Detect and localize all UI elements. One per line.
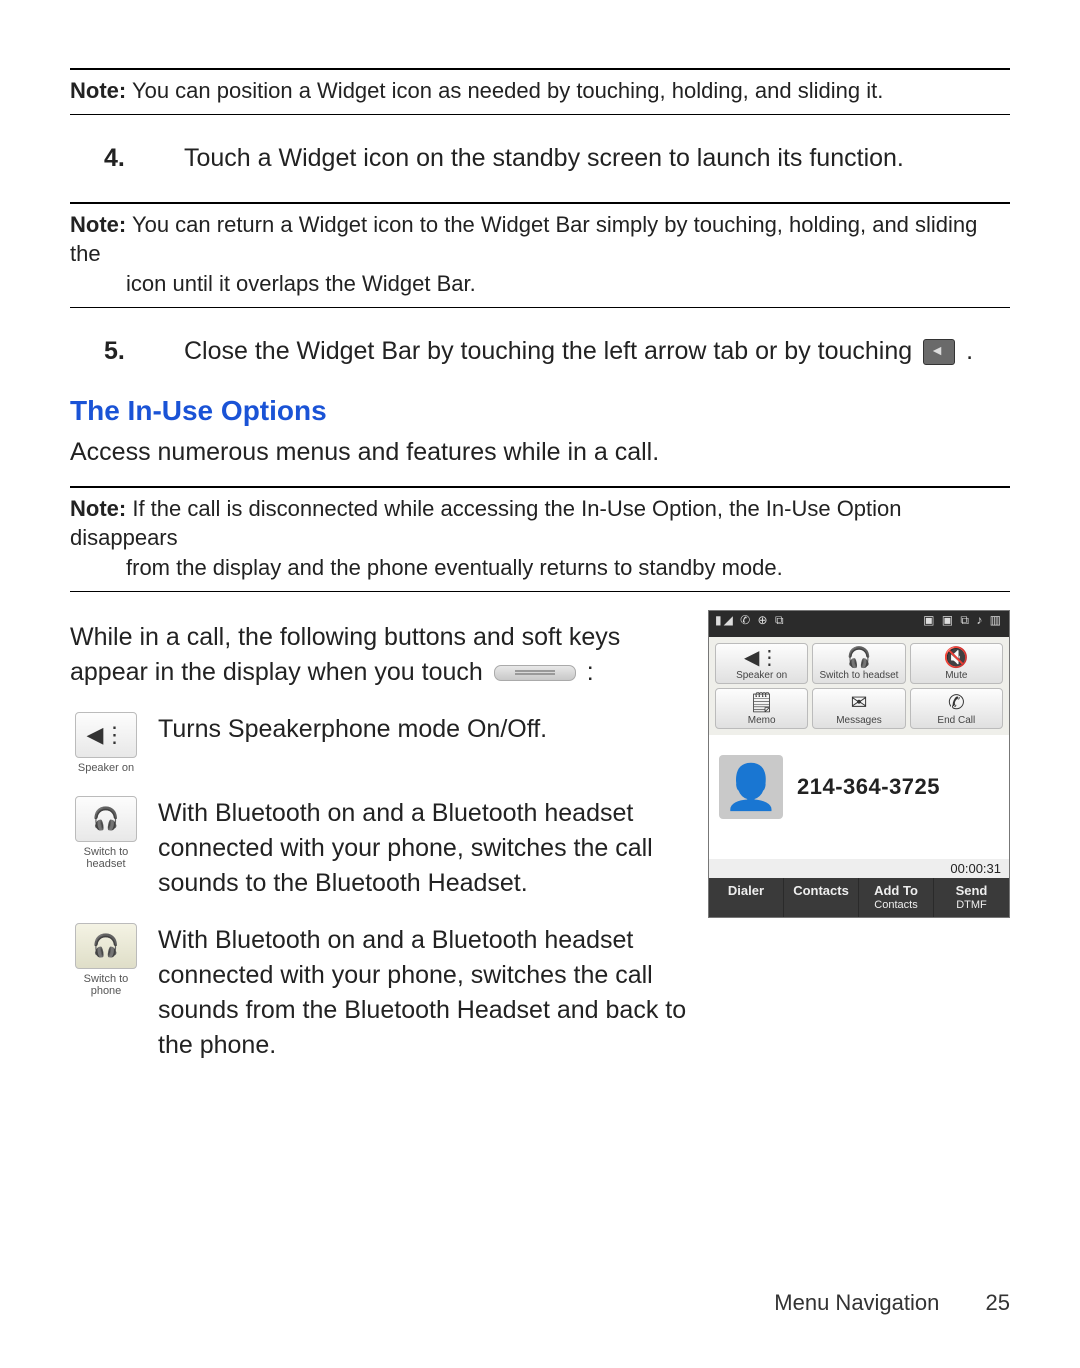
switch-to-phone-icon: 🎧 Switch to phone (70, 923, 142, 1063)
switch-phone-desc: With Bluetooth on and a Bluetooth headse… (158, 923, 690, 1063)
rule-top (70, 68, 1010, 70)
phone-btn-mute[interactable]: 🔇 Mute (910, 643, 1003, 684)
speaker-on-icon: ◀⋮ Speaker on (70, 712, 142, 774)
mute-icon: 🔇 (911, 648, 1002, 668)
messages-icon: ✉ (813, 693, 904, 713)
rule (70, 114, 1010, 115)
phone-btn-messages[interactable]: ✉ Messages (812, 688, 905, 729)
two-column-area: While in a call, the following buttons a… (70, 610, 1010, 1085)
lead-text: While in a call, the following buttons a… (70, 620, 690, 690)
memo-icon: 🗒 (716, 693, 807, 713)
rule (70, 591, 1010, 592)
note-text: You can position a Widget icon as needed… (132, 78, 883, 103)
bottom-btn-contacts[interactable]: Contacts (784, 878, 859, 918)
phone-btn-switch-headset[interactable]: 🎧 Switch to headset (812, 643, 905, 684)
headset-icon: 🎧 (813, 648, 904, 668)
speaker-icon: ◀⋮ (716, 648, 807, 668)
note-3: Note: If the call is disconnected while … (70, 494, 1010, 583)
phone-screenshot: ▮◢ ✆ ⊕ ⧉ ▣ ▣ ⧉ ♪ ▥ ◀⋮ Speaker on 🎧 Switc… (708, 610, 1010, 919)
icon-row-switch-headset: 🎧 Switch to headset With Bluetooth on an… (70, 796, 690, 901)
rule (70, 486, 1010, 488)
step-number: 5. (70, 334, 184, 369)
note-label: Note: (70, 212, 126, 237)
end-call-icon: ✆ (911, 693, 1002, 713)
switch-to-headset-icon: 🎧 Switch to headset (70, 796, 142, 901)
section-intro: Access numerous menus and features while… (70, 435, 1010, 470)
left-column: While in a call, the following buttons a… (70, 610, 690, 1085)
note-1: Note: You can position a Widget icon as … (70, 76, 1010, 106)
note-text-cont: from the display and the phone eventuall… (70, 553, 1010, 583)
call-info: 👤 214-364-3725 (709, 735, 1009, 859)
page-footer: Menu Navigation 25 (774, 1290, 1010, 1316)
footer-page-number: 25 (986, 1290, 1010, 1315)
note-label: Note: (70, 78, 126, 103)
step-number: 4. (70, 141, 184, 176)
phone-number: 214-364-3725 (797, 774, 940, 800)
note-text-cont: icon until it overlaps the Widget Bar. (70, 269, 1010, 299)
step-4: 4. Touch a Widget icon on the standby sc… (70, 141, 1010, 176)
footer-section: Menu Navigation (774, 1290, 939, 1315)
note-text: If the call is disconnected while access… (70, 496, 902, 551)
status-icons-left: ▮◢ ✆ ⊕ ⧉ (715, 613, 786, 635)
rule (70, 202, 1010, 204)
note-label: Note: (70, 496, 126, 521)
phone-btn-memo[interactable]: 🗒 Memo (715, 688, 808, 729)
bottom-btn-send-dtmf[interactable]: Send DTMF (934, 878, 1009, 918)
note-text: You can return a Widget icon to the Widg… (70, 212, 977, 267)
phone-status-bar: ▮◢ ✆ ⊕ ⧉ ▣ ▣ ⧉ ♪ ▥ (709, 611, 1009, 637)
step-text: Touch a Widget icon on the standby scree… (184, 141, 1010, 176)
contact-avatar-icon: 👤 (719, 755, 783, 819)
call-timer: 00:00:31 (709, 859, 1009, 878)
section-heading: The In-Use Options (70, 395, 1010, 427)
rule (70, 307, 1010, 308)
step-text: Close the Widget Bar by touching the lef… (184, 334, 1010, 369)
speaker-desc: Turns Speakerphone mode On/Off. (158, 712, 690, 774)
switch-headset-desc: With Bluetooth on and a Bluetooth headse… (158, 796, 690, 901)
icon-row-switch-phone: 🎧 Switch to phone With Bluetooth on and … (70, 923, 690, 1063)
left-arrow-tab-icon (923, 339, 955, 365)
icon-row-speaker: ◀⋮ Speaker on Turns Speakerphone mode On… (70, 712, 690, 774)
step-5: 5. Close the Widget Bar by touching the … (70, 334, 1010, 369)
right-column: ▮◢ ✆ ⊕ ⧉ ▣ ▣ ⧉ ♪ ▥ ◀⋮ Speaker on 🎧 Switc… (708, 610, 1010, 1085)
status-icons-right: ▣ ▣ ⧉ ♪ ▥ (923, 613, 1003, 635)
note-2: Note: You can return a Widget icon to th… (70, 210, 1010, 299)
manual-page: Note: You can position a Widget icon as … (0, 0, 1080, 1368)
phone-bottom-bar: Dialer Contacts Add To Contacts Send DTM… (709, 878, 1009, 918)
bottom-btn-add-to-contacts[interactable]: Add To Contacts (859, 878, 934, 918)
phone-btn-speaker-on[interactable]: ◀⋮ Speaker on (715, 643, 808, 684)
in-call-button-grid: ◀⋮ Speaker on 🎧 Switch to headset 🔇 Mute… (709, 637, 1009, 735)
bottom-btn-dialer[interactable]: Dialer (709, 878, 784, 918)
phone-btn-end-call[interactable]: ✆ End Call (910, 688, 1003, 729)
soft-key-bar-icon (494, 665, 576, 681)
